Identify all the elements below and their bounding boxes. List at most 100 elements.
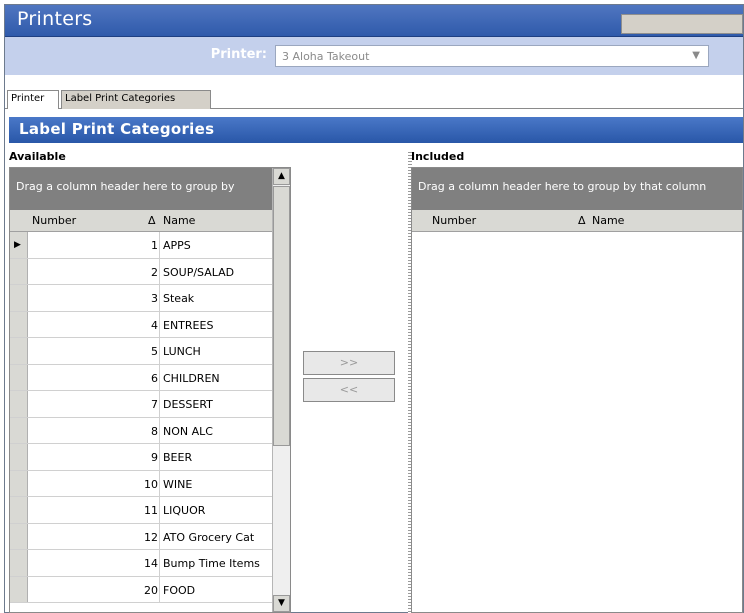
column-header-number-included[interactable]: Number	[432, 214, 476, 227]
arrow-down-icon[interactable]: ▼	[273, 595, 290, 612]
column-header-row: Number Δ Name	[10, 210, 290, 232]
cell-divider	[159, 338, 160, 364]
cell-divider	[159, 550, 160, 576]
cell-number: 4	[151, 318, 158, 332]
cell-divider	[159, 444, 160, 470]
cell-name: LIQUOR	[163, 504, 206, 517]
row-selector[interactable]	[10, 311, 28, 337]
row-selector[interactable]	[10, 391, 28, 417]
row-selector[interactable]	[10, 470, 28, 496]
row-selector[interactable]	[10, 338, 28, 364]
row-selector[interactable]	[10, 285, 28, 311]
scrollbar-thumb[interactable]	[273, 186, 290, 446]
cell-divider	[159, 497, 160, 523]
tab-label-print-categories[interactable]: Label Print Categories	[61, 90, 211, 109]
cell-name: NON ALC	[163, 424, 213, 438]
cell-number: 14	[144, 557, 158, 570]
cell-number: 5	[151, 345, 158, 358]
cell-divider	[159, 523, 160, 549]
cell-name: ATO Grocery Cat	[163, 530, 255, 544]
cell-name: FOOD	[163, 583, 196, 597]
table-row[interactable]: 4 ENTREES	[10, 311, 290, 338]
cell-number: 10	[144, 477, 158, 491]
cell-divider	[159, 470, 160, 496]
title-field	[621, 14, 743, 34]
arrow-up-icon[interactable]: ▲	[273, 168, 290, 185]
cell-number: 8	[151, 424, 158, 438]
table-row[interactable]: 8 NON ALC	[10, 417, 290, 444]
cell-divider	[159, 311, 160, 337]
row-selector[interactable]	[10, 364, 28, 390]
cell-name: ENTREES	[163, 318, 214, 332]
cell-name: Steak	[163, 292, 195, 305]
row-selector[interactable]	[10, 444, 28, 470]
cell-name: APPS	[163, 239, 191, 252]
cell-number: 3	[151, 292, 158, 305]
table-row[interactable]: 5 LUNCH	[10, 338, 290, 365]
cell-divider	[159, 576, 160, 602]
table-row[interactable]: 20 FOOD	[10, 576, 290, 603]
cell-divider	[159, 364, 160, 390]
available-label: Available	[9, 150, 66, 163]
cell-number: 11	[144, 504, 158, 517]
cell-divider	[159, 285, 160, 311]
table-row[interactable]: 10 WINE	[10, 470, 290, 497]
remove-button[interactable]: <<	[303, 378, 395, 402]
row-selector[interactable]	[10, 523, 28, 549]
cell-name: SOUP/SALAD	[163, 265, 235, 279]
cell-name: DESSERT	[163, 398, 213, 411]
window-title: Printers	[17, 8, 93, 30]
column-header-name-included[interactable]: Name	[592, 214, 624, 227]
row-selector[interactable]	[10, 550, 28, 576]
row-selector-active-icon[interactable]: ▶	[10, 232, 28, 258]
cell-divider	[159, 258, 160, 284]
column-header-number[interactable]: Number	[32, 214, 76, 227]
group-by-area[interactable]: Drag a column header here to group by	[10, 168, 290, 210]
table-row[interactable]: 6 CHILDREN	[10, 364, 290, 391]
table-row[interactable]: 12 ATO Grocery Cat	[10, 523, 290, 550]
table-row[interactable]: 9 BEER	[10, 444, 290, 471]
column-header-row-included: Number Δ Name	[412, 210, 742, 232]
cell-number: 1	[151, 239, 158, 252]
available-scrollbar[interactable]: ▲ ▼	[272, 168, 290, 612]
row-selector[interactable]	[10, 417, 28, 443]
printer-select[interactable]: 3 Aloha Takeout ▼	[275, 45, 709, 67]
printers-window: Printers Printer: 3 Aloha Takeout ▼ Prin…	[4, 4, 744, 613]
table-row[interactable]: 7 DESSERT	[10, 391, 290, 418]
row-selector[interactable]	[10, 258, 28, 284]
table-row[interactable]: 2 SOUP/SALAD	[10, 258, 290, 285]
chevron-down-icon[interactable]: ▼	[692, 50, 700, 61]
cell-divider	[159, 391, 160, 417]
cell-divider	[159, 232, 160, 258]
included-label: Included	[411, 150, 465, 163]
cell-number: 9	[151, 451, 158, 464]
cell-name: LUNCH	[163, 345, 201, 358]
row-selector[interactable]	[10, 576, 28, 602]
sort-ascending-icon-included: Δ	[578, 214, 586, 227]
printer-select-value: 3 Aloha Takeout	[282, 50, 370, 63]
table-row[interactable]: 3 Steak	[10, 285, 290, 312]
column-header-name[interactable]: Name	[163, 214, 195, 227]
cell-number: 2	[151, 265, 158, 279]
table-row[interactable]: 11 LIQUOR	[10, 497, 290, 524]
add-button[interactable]: >>	[303, 351, 395, 375]
row-selector[interactable]	[10, 497, 28, 523]
cell-name: CHILDREN	[163, 371, 220, 385]
tab-strip: Printer Label Print Categories	[5, 87, 743, 109]
available-grid: Drag a column header here to group by Nu…	[9, 167, 291, 613]
title-bar: Printers	[5, 5, 743, 37]
group-by-area-included[interactable]: Drag a column header here to group by th…	[412, 168, 742, 210]
available-rows: ▶ 1 APPS 2 SOUP/SALAD 3 Steak 4 ENTREES 5 LUNCH 6 CH…	[10, 232, 290, 603]
printer-selector-row: Printer: 3 Aloha Takeout ▼	[5, 37, 743, 75]
included-grid: Drag a column header here to group by th…	[411, 167, 743, 613]
cell-number: 12	[144, 530, 158, 544]
cell-divider	[159, 417, 160, 443]
table-row[interactable]: 14 Bump Time Items	[10, 550, 290, 577]
section-title: Label Print Categories	[9, 117, 743, 143]
cell-number: 7	[151, 398, 158, 411]
cell-number: 6	[151, 371, 158, 385]
printer-label: Printer:	[210, 47, 267, 62]
table-row[interactable]: ▶ 1 APPS	[10, 232, 290, 259]
tab-printer[interactable]: Printer	[7, 90, 59, 109]
sort-ascending-icon: Δ	[148, 214, 156, 227]
